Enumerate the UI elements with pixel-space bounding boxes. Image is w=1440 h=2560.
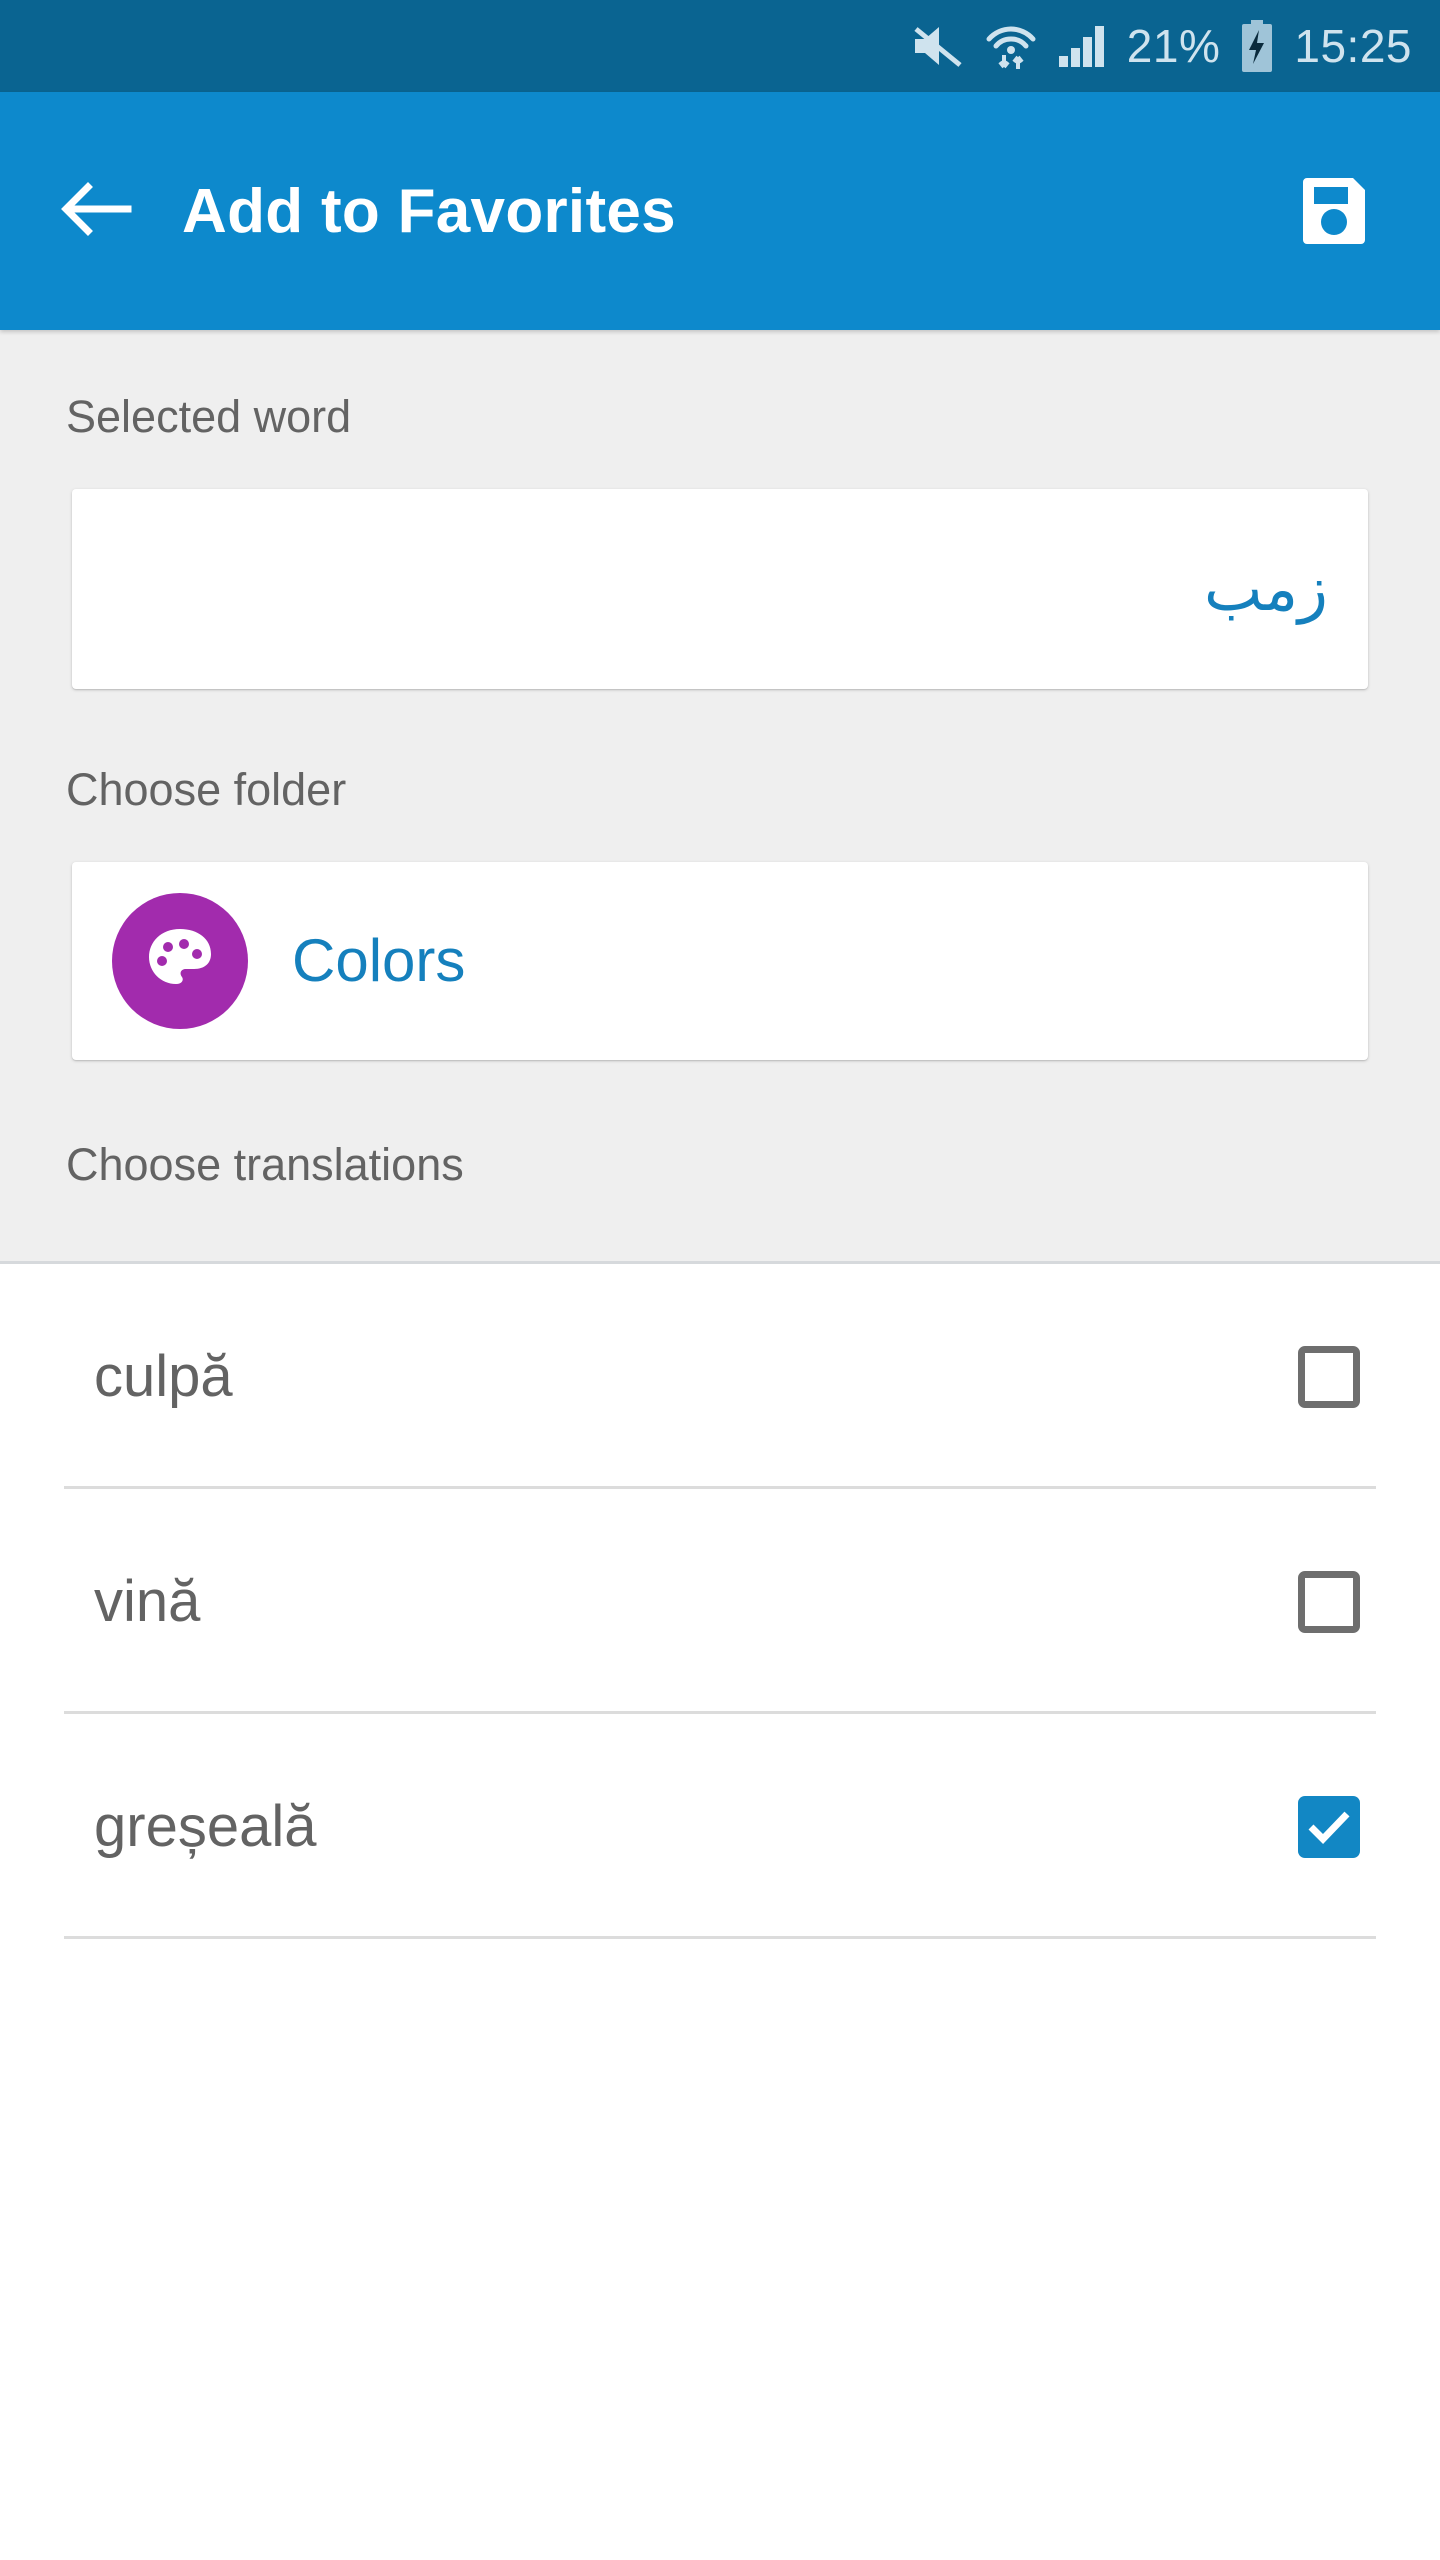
- translation-label: vină: [94, 1568, 201, 1634]
- page-title: Add to Favorites: [182, 176, 676, 246]
- folder-selector[interactable]: Colors: [72, 862, 1368, 1060]
- volume-mute-icon: [911, 23, 965, 69]
- app-bar: Add to Favorites: [0, 92, 1440, 330]
- folder-avatar: [112, 893, 248, 1029]
- translation-checkbox[interactable]: [1298, 1570, 1360, 1633]
- palette-icon: [143, 922, 217, 1001]
- cellular-signal-icon: [1057, 23, 1107, 69]
- translation-label: greșeală: [94, 1793, 317, 1859]
- checkbox-checked-icon: [1298, 1795, 1360, 1858]
- status-icon-group: 21% 15:25: [911, 19, 1412, 73]
- table-row[interactable]: greșeală: [64, 1714, 1376, 1939]
- arrow-left-icon: [60, 179, 132, 244]
- floppy-save-icon: [1297, 172, 1371, 251]
- choose-translations-label: Choose translations: [66, 1139, 464, 1190]
- wifi-icon: [985, 19, 1037, 73]
- selected-word-value: زمب: [1203, 551, 1328, 625]
- checkbox-unchecked-icon: [1298, 1345, 1360, 1408]
- translations-list: culpă vină greșeală: [0, 1264, 1440, 2560]
- back-button[interactable]: [56, 171, 136, 251]
- app-screen: 21% 15:25 Add to Favorites Selected word…: [0, 0, 1440, 2560]
- selected-word-label: Selected word: [66, 391, 352, 442]
- translation-checkbox[interactable]: [1298, 1795, 1360, 1858]
- battery-percent-label: 21%: [1126, 20, 1221, 72]
- status-bar: 21% 15:25: [0, 0, 1440, 92]
- choose-folder-label: Choose folder: [66, 764, 347, 815]
- folder-name: Colors: [292, 927, 466, 994]
- table-row[interactable]: culpă: [64, 1264, 1376, 1489]
- table-row[interactable]: vină: [64, 1489, 1376, 1714]
- checkbox-unchecked-icon: [1298, 1570, 1360, 1633]
- battery-charging-icon: [1240, 20, 1274, 72]
- save-button[interactable]: [1286, 163, 1382, 259]
- translation-checkbox[interactable]: [1298, 1345, 1360, 1408]
- clock-label: 15:25: [1294, 20, 1412, 72]
- translation-label: culpă: [94, 1343, 233, 1409]
- form-section: Selected word زمب Choose folder Colors C…: [0, 330, 1440, 1264]
- selected-word-input[interactable]: زمب: [72, 489, 1368, 689]
